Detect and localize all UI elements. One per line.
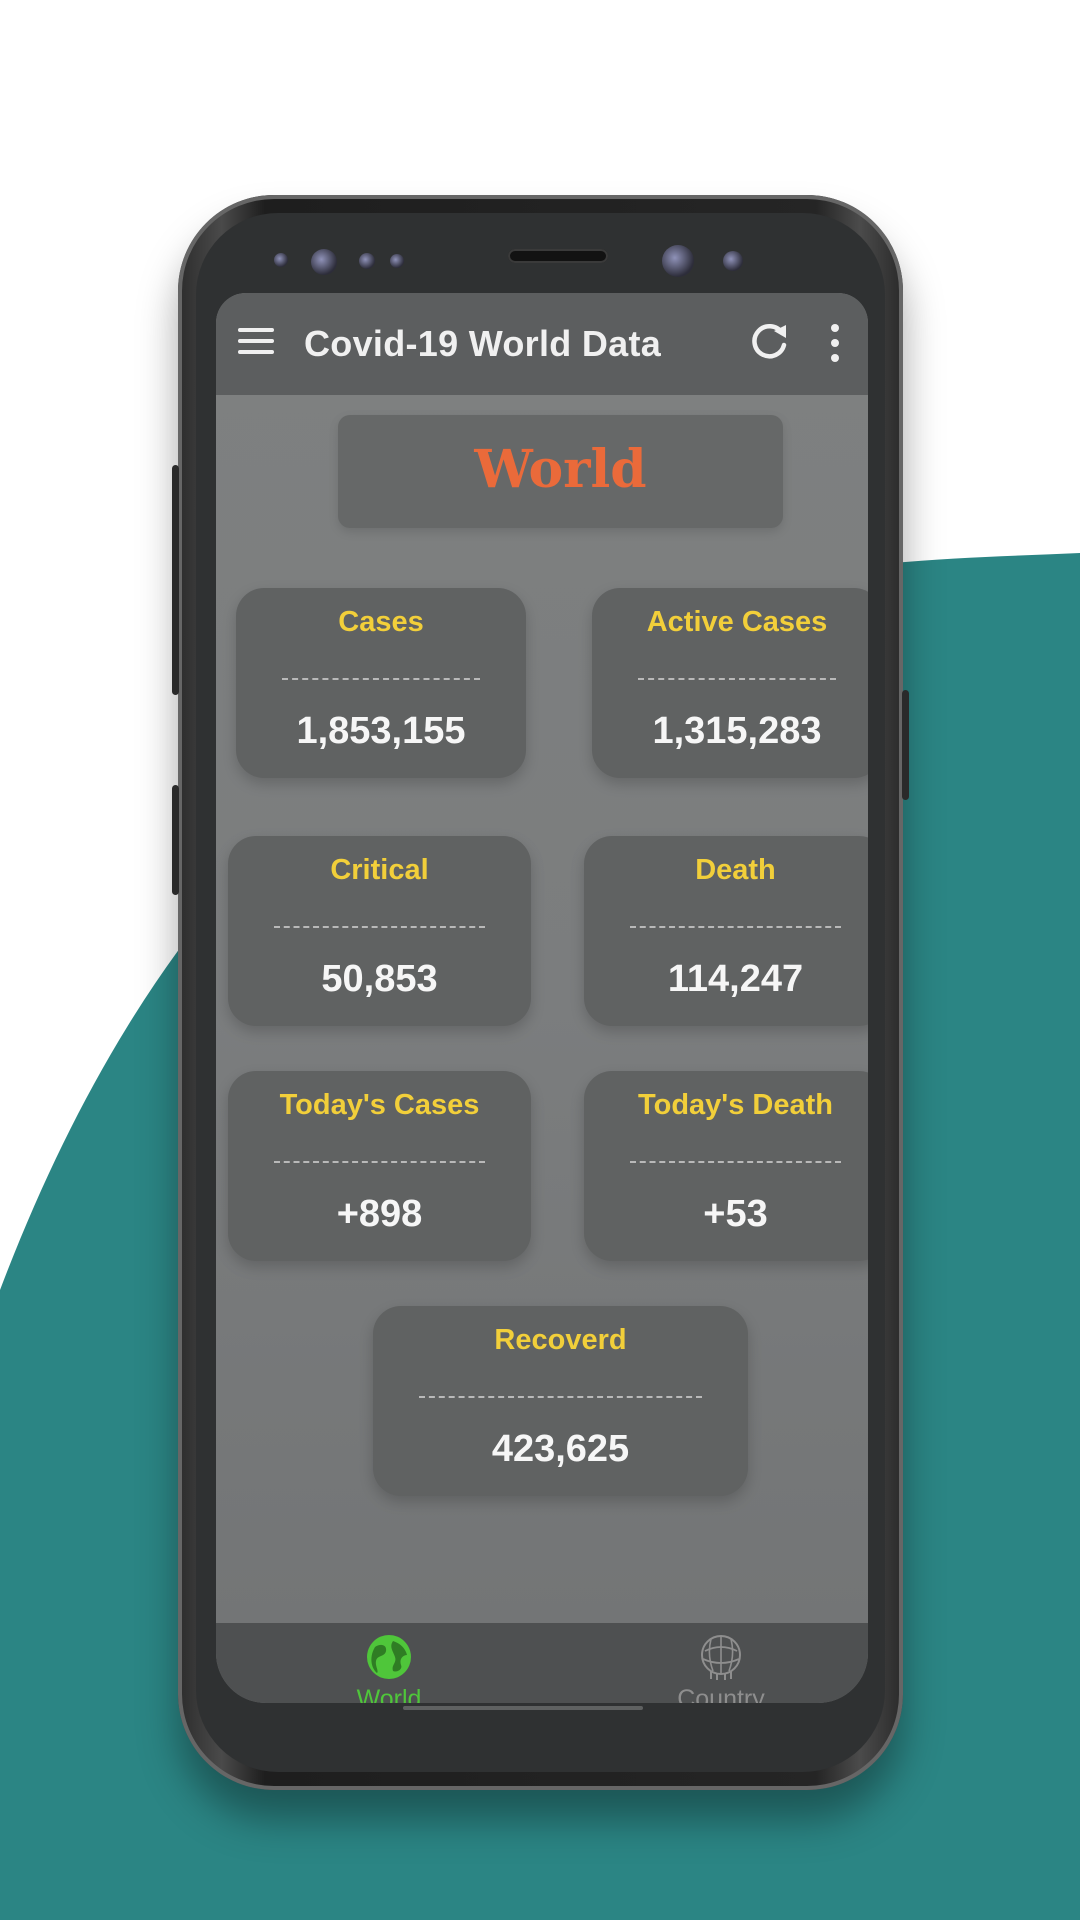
- earpiece-speaker: [508, 249, 608, 263]
- refresh-icon[interactable]: [746, 319, 792, 365]
- nav-label: Country: [677, 1685, 765, 1703]
- stat-label: Critical: [330, 854, 429, 886]
- stat-label: Death: [695, 854, 776, 886]
- more-vert-icon[interactable]: [828, 321, 842, 365]
- volume-button: [172, 465, 179, 695]
- stat-card-cases: Cases 1,853,155: [236, 588, 526, 778]
- stat-value: 1,853,155: [296, 710, 466, 752]
- dashed-divider: [630, 1161, 841, 1163]
- front-camera-icon: [311, 249, 337, 275]
- dashed-divider: [274, 1161, 485, 1163]
- menu-icon[interactable]: [236, 323, 276, 359]
- stat-card-todays-cases: Today's Cases +898: [228, 1071, 531, 1261]
- sensor-icon: [359, 253, 375, 269]
- stat-value: 423,625: [491, 1428, 630, 1470]
- dashed-divider: [638, 678, 836, 680]
- stat-card-active-cases: Active Cases 1,315,283: [592, 588, 868, 778]
- sensor-icon: [274, 253, 288, 267]
- nav-label: World: [356, 1685, 422, 1703]
- stat-value: +53: [703, 1193, 768, 1235]
- power-button: [902, 690, 909, 800]
- stat-value: 114,247: [667, 958, 804, 1000]
- bottom-navigation: World Country: [216, 1623, 868, 1703]
- country-icon: [701, 1635, 741, 1680]
- stat-value: 50,853: [321, 958, 438, 1000]
- dashed-divider: [630, 926, 841, 928]
- bixby-button: [172, 785, 179, 895]
- dashed-divider: [282, 678, 480, 680]
- sensor-icon: [723, 251, 743, 271]
- region-header: World: [338, 415, 783, 528]
- stat-label: Cases: [338, 606, 424, 638]
- dashed-divider: [419, 1396, 702, 1398]
- phone-body: Covid-19 World Data World Cases 1,853,15…: [196, 213, 885, 1772]
- stat-label: Today's Death: [638, 1089, 833, 1121]
- nav-item-world[interactable]: World: [289, 1623, 489, 1703]
- stat-card-death: Death 114,247: [584, 836, 868, 1026]
- iris-camera-icon: [662, 245, 694, 277]
- app-title: Covid-19 World Data: [304, 323, 662, 364]
- stat-label: Today's Cases: [279, 1089, 480, 1121]
- stat-value: +898: [336, 1193, 423, 1235]
- stat-value: 1,315,283: [652, 710, 822, 752]
- app-screen: Covid-19 World Data World Cases 1,853,15…: [216, 293, 868, 1703]
- stat-card-critical: Critical 50,853: [228, 836, 531, 1026]
- globe-icon: [367, 1635, 411, 1679]
- stat-label: Active Cases: [646, 606, 828, 638]
- home-indicator: [403, 1706, 643, 1710]
- stat-card-todays-death: Today's Death +53: [584, 1071, 868, 1261]
- stat-card-recovered: Recoverd 423,625: [373, 1306, 748, 1496]
- sensor-icon: [390, 254, 404, 268]
- nav-item-country[interactable]: Country: [621, 1623, 821, 1703]
- stat-label: Recoverd: [494, 1324, 627, 1356]
- top-bezel: [196, 213, 885, 295]
- region-title: World: [474, 439, 647, 500]
- phone-frame: Covid-19 World Data World Cases 1,853,15…: [172, 195, 909, 1790]
- app-bar: Covid-19 World Data: [216, 293, 868, 395]
- dashed-divider: [274, 926, 485, 928]
